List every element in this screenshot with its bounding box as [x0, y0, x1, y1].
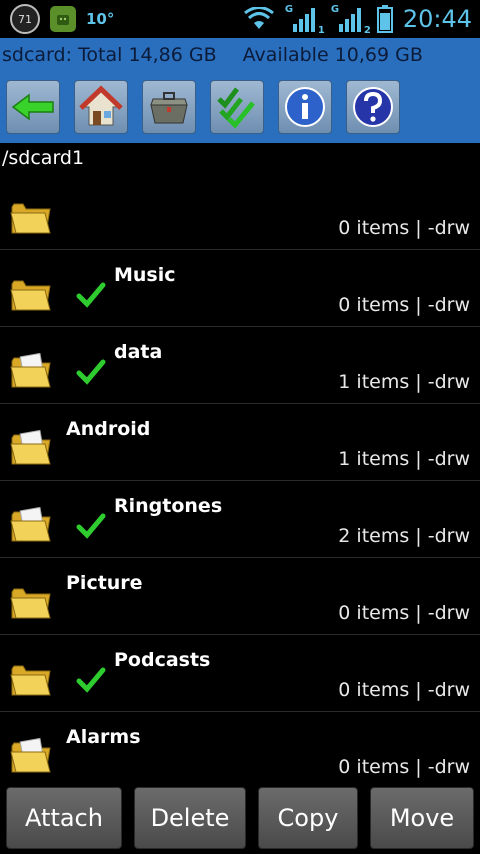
- checkmark-icon[interactable]: [76, 280, 106, 310]
- file-name: Android: [66, 418, 151, 440]
- copy-button[interactable]: Copy: [258, 786, 358, 849]
- storage-info-bar: sdcard: Total 14,86 GB Available 10,69 G…: [0, 38, 480, 71]
- battery-icon: [376, 5, 393, 33]
- signal-2-icon: G 2: [330, 4, 371, 36]
- home-button[interactable]: [74, 80, 128, 134]
- info-icon: [285, 87, 325, 127]
- toolbox-button[interactable]: [142, 80, 196, 134]
- toolbox-icon: [150, 92, 188, 124]
- move-button[interactable]: Move: [370, 786, 474, 849]
- file-row[interactable]: Alarms 0 items | -drw: [0, 712, 480, 781]
- file-row[interactable]: Android 1 items | -drw: [0, 404, 480, 481]
- folder-icon: [10, 737, 52, 774]
- checkmark-icon[interactable]: [76, 511, 106, 541]
- file-name: Podcasts: [114, 649, 211, 671]
- file-name: Ringtones: [114, 495, 223, 517]
- file-meta: 0 items | -drw: [338, 756, 470, 778]
- delete-button[interactable]: Delete: [134, 786, 246, 849]
- file-meta: 0 items | -drw: [338, 679, 470, 701]
- folder-icon: [10, 276, 52, 312]
- file-list: 0 items | -drw Music 0 items | -drw data 1…: [0, 173, 480, 781]
- file-name: data: [114, 341, 163, 363]
- multi-select-icon: [217, 87, 255, 129]
- folder-icon: [10, 352, 52, 389]
- signal-1-icon: G 1: [284, 4, 325, 36]
- folder-icon: [10, 429, 52, 466]
- file-meta: 0 items | -drw: [338, 294, 470, 316]
- status-bar: 71 10° G 1 G 2 20:44: [0, 0, 480, 38]
- file-meta: 0 items | -drw: [338, 602, 470, 624]
- android-notification-icon: [50, 6, 76, 32]
- clock: 20:44: [402, 5, 472, 33]
- current-path: /sdcard1: [2, 147, 85, 169]
- file-row[interactable]: Picture 0 items | -drw: [0, 558, 480, 635]
- file-row[interactable]: data 1 items | -drw: [0, 327, 480, 404]
- folder-icon: [10, 199, 52, 235]
- file-name: Music: [114, 264, 176, 286]
- back-button[interactable]: [6, 80, 60, 134]
- file-meta: 1 items | -drw: [338, 371, 470, 393]
- temperature-text: 10°: [86, 10, 115, 28]
- toolbar: [0, 71, 480, 143]
- file-name: Alarms: [66, 726, 141, 748]
- attach-button[interactable]: Attach: [6, 786, 122, 849]
- back-arrow-icon: [11, 93, 54, 121]
- folder-icon: [10, 506, 52, 543]
- folder-icon: [10, 584, 52, 620]
- file-meta: 0 items | -drw: [338, 217, 470, 239]
- file-name: Picture: [66, 572, 143, 594]
- help-button[interactable]: [346, 80, 400, 134]
- checkmark-icon[interactable]: [76, 665, 106, 695]
- storage-available: Available 10,69 GB: [242, 43, 423, 66]
- file-meta: 1 items | -drw: [338, 448, 470, 470]
- folder-icon: [10, 661, 52, 697]
- checkmark-icon[interactable]: [76, 357, 106, 387]
- multi-select-button[interactable]: [210, 80, 264, 134]
- help-icon: [353, 87, 393, 127]
- wifi-icon: [243, 7, 274, 29]
- file-row[interactable]: Podcasts 0 items | -drw: [0, 635, 480, 712]
- action-bar: Attach Delete Copy Move: [0, 781, 480, 854]
- file-row[interactable]: 0 items | -drw: [0, 173, 480, 250]
- home-icon: [79, 85, 123, 126]
- storage-total: sdcard: Total 14,86 GB: [2, 43, 217, 66]
- file-row[interactable]: Music 0 items | -drw: [0, 250, 480, 327]
- info-button[interactable]: [278, 80, 332, 134]
- notification-badge: 71: [10, 4, 40, 34]
- file-meta: 2 items | -drw: [338, 525, 470, 547]
- file-row[interactable]: Ringtones 2 items | -drw: [0, 481, 480, 558]
